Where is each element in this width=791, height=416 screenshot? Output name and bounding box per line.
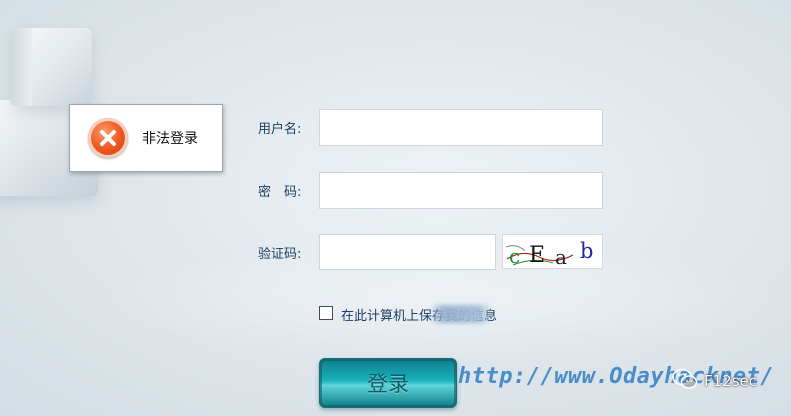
svg-text:c: c (509, 244, 520, 268)
error-popup: 非法登录 (69, 104, 223, 172)
captcha-image[interactable]: c E a b (502, 234, 603, 269)
svg-text:E: E (529, 243, 545, 268)
captcha-label: 验证码: (258, 247, 302, 262)
blur-overlay (430, 305, 492, 323)
svg-text:a: a (555, 245, 567, 269)
password-input[interactable] (319, 172, 603, 209)
username-input[interactable] (319, 109, 603, 146)
remember-checkbox[interactable] (319, 306, 333, 320)
svg-text:b: b (580, 239, 593, 263)
username-label: 用户名: (258, 122, 302, 137)
wechat-icon (672, 368, 698, 394)
password-label: 密 码: (258, 185, 302, 200)
close-circle-icon (88, 118, 128, 158)
captcha-input[interactable] (319, 234, 496, 270)
wechat-watermark: F12sec (672, 368, 757, 394)
wechat-account-name: F12sec (704, 372, 758, 390)
decorative-cube-top (10, 28, 92, 106)
error-message: 非法登录 (142, 131, 198, 147)
login-button[interactable]: 登录 (319, 358, 457, 408)
